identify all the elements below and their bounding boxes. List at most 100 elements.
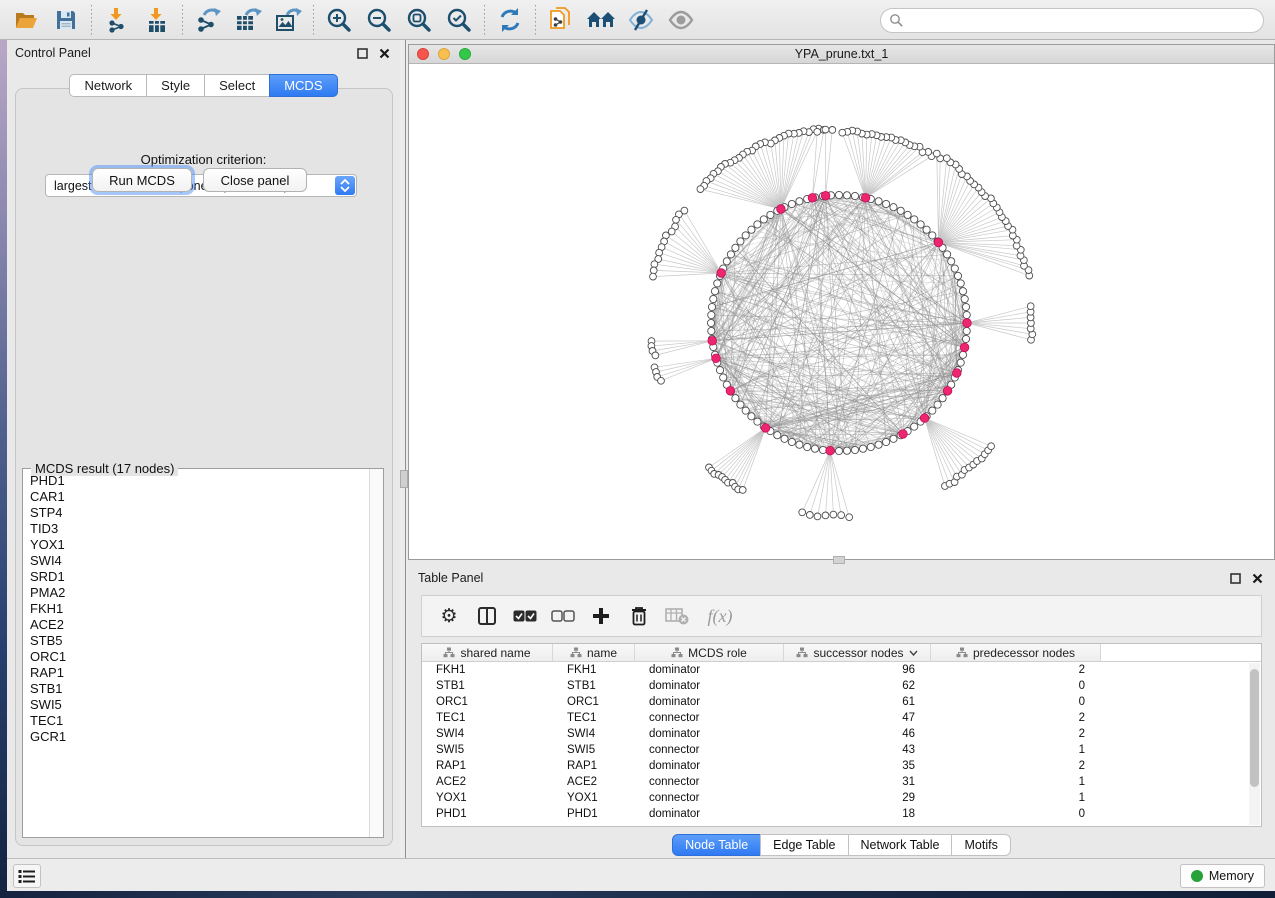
save-session-button[interactable] [48, 3, 84, 37]
mcds-result-item[interactable]: STP4 [30, 505, 370, 521]
graph-node[interactable] [962, 335, 969, 342]
task-history-button[interactable] [13, 864, 41, 888]
graph-node[interactable] [961, 295, 968, 302]
graph-node[interactable] [963, 327, 970, 334]
deselect-all-button[interactable] [546, 600, 580, 632]
table-cell[interactable]: dominator [635, 662, 784, 678]
table-cell[interactable]: connector [635, 790, 784, 806]
graph-leaf-node[interactable] [1027, 303, 1034, 310]
graph-node[interactable] [962, 303, 969, 310]
open-file-button[interactable] [8, 3, 44, 37]
graph-node[interactable] [716, 367, 723, 374]
table-cell[interactable]: dominator [635, 758, 784, 774]
graph-leaf-node[interactable] [822, 512, 829, 519]
table-cell[interactable]: 2 [931, 662, 1101, 678]
import-network-button[interactable] [99, 3, 135, 37]
graph-leaf-node[interactable] [814, 513, 821, 520]
maximize-window-icon[interactable] [459, 48, 471, 60]
graph-node[interactable] [804, 443, 811, 450]
table-cell[interactable]: 2 [931, 758, 1101, 774]
close-window-icon[interactable] [417, 48, 429, 60]
graph-node[interactable] [732, 244, 739, 251]
graph-node[interactable] [737, 238, 744, 245]
graph-node[interactable] [875, 198, 882, 205]
tab-style[interactable]: Style [146, 74, 205, 97]
table-cell[interactable]: connector [635, 742, 784, 758]
table-cell[interactable]: FKH1 [553, 662, 635, 678]
zoom-selected-button[interactable] [441, 3, 477, 37]
mcds-result-item[interactable]: RAP1 [30, 665, 370, 681]
graph-leaf-node[interactable] [673, 216, 680, 223]
table-row[interactable]: FKH1FKH1dominator962 [422, 662, 1261, 678]
graph-node[interactable] [883, 200, 890, 207]
table-cell[interactable]: 46 [784, 726, 931, 742]
close-table-panel-button[interactable] [1249, 570, 1265, 586]
vertical-splitter-grip[interactable] [400, 470, 408, 488]
table-cell[interactable]: SWI5 [422, 742, 553, 758]
graph-node[interactable] [723, 258, 730, 265]
column-header-name[interactable]: name [553, 644, 635, 662]
table-cell[interactable]: dominator [635, 694, 784, 710]
export-network-button[interactable] [190, 3, 226, 37]
table-cell[interactable]: 0 [931, 678, 1101, 694]
network-graph[interactable] [409, 64, 1274, 560]
table-cell[interactable]: ACE2 [422, 774, 553, 790]
tab-edge-table[interactable]: Edge Table [760, 834, 848, 856]
table-cell[interactable]: 62 [784, 678, 931, 694]
graph-node[interactable] [754, 418, 761, 425]
table-cell[interactable]: YOX1 [422, 790, 553, 806]
network-titlebar[interactable]: YPA_prune.txt_1 [409, 45, 1274, 64]
mcds-result-item[interactable]: STB5 [30, 633, 370, 649]
graph-node[interactable] [890, 204, 897, 211]
export-image-button[interactable] [270, 3, 306, 37]
table-cell[interactable]: PHD1 [422, 806, 553, 822]
graph-node[interactable] [904, 211, 911, 218]
table-row[interactable]: RAP1RAP1dominator352 [422, 758, 1261, 774]
graph-node[interactable] [957, 280, 964, 287]
table-cell[interactable]: FKH1 [422, 662, 553, 678]
node-table[interactable]: shared namenameMCDS rolesuccessor nodesp… [421, 643, 1262, 827]
graph-node[interactable] [954, 272, 961, 279]
table-row[interactable]: STB1STB1dominator620 [422, 678, 1261, 694]
graph-mcds-node[interactable] [821, 191, 830, 200]
graph-node[interactable] [890, 435, 897, 442]
show-columns-button[interactable] [470, 600, 504, 632]
graph-node[interactable] [811, 445, 818, 452]
graph-node[interactable] [788, 438, 795, 445]
horizontal-splitter-grip[interactable] [833, 556, 845, 564]
graph-node[interactable] [911, 423, 918, 430]
graph-node[interactable] [708, 327, 715, 334]
zoom-fit-button[interactable] [401, 3, 437, 37]
graph-mcds-node[interactable] [717, 269, 726, 278]
graph-leaf-node[interactable] [658, 377, 665, 384]
graph-node[interactable] [835, 447, 842, 454]
table-cell[interactable]: 96 [784, 662, 931, 678]
add-column-button[interactable] [584, 600, 618, 632]
table-cell[interactable]: SWI4 [553, 726, 635, 742]
graph-leaf-node[interactable] [846, 514, 853, 521]
graph-node[interactable] [835, 191, 842, 198]
table-cell[interactable]: TEC1 [553, 710, 635, 726]
mcds-result-item[interactable]: SRD1 [30, 569, 370, 585]
table-cell[interactable]: STB1 [422, 678, 553, 694]
float-table-panel-button[interactable] [1227, 570, 1243, 586]
graph-mcds-node[interactable] [726, 387, 735, 396]
graph-node[interactable] [843, 447, 850, 454]
mcds-result-item[interactable]: SWI5 [30, 697, 370, 713]
graph-node[interactable] [781, 435, 788, 442]
minimize-window-icon[interactable] [438, 48, 450, 60]
network-canvas[interactable] [409, 64, 1274, 559]
table-cell[interactable]: 0 [931, 694, 1101, 710]
table-row[interactable]: ACE2ACE2connector311 [422, 774, 1261, 790]
graph-mcds-node[interactable] [777, 205, 786, 214]
graph-node[interactable] [911, 216, 918, 223]
run-mcds-button[interactable]: Run MCDS [92, 168, 192, 192]
mcds-result-item[interactable]: YOX1 [30, 537, 370, 553]
graph-node[interactable] [754, 221, 761, 228]
table-row[interactable]: TEC1TEC1connector472 [422, 710, 1261, 726]
graph-leaf-node[interactable] [651, 261, 658, 268]
table-cell[interactable]: 47 [784, 710, 931, 726]
table-cell[interactable]: dominator [635, 806, 784, 822]
zoom-in-button[interactable] [321, 3, 357, 37]
import-table-button[interactable] [139, 3, 175, 37]
